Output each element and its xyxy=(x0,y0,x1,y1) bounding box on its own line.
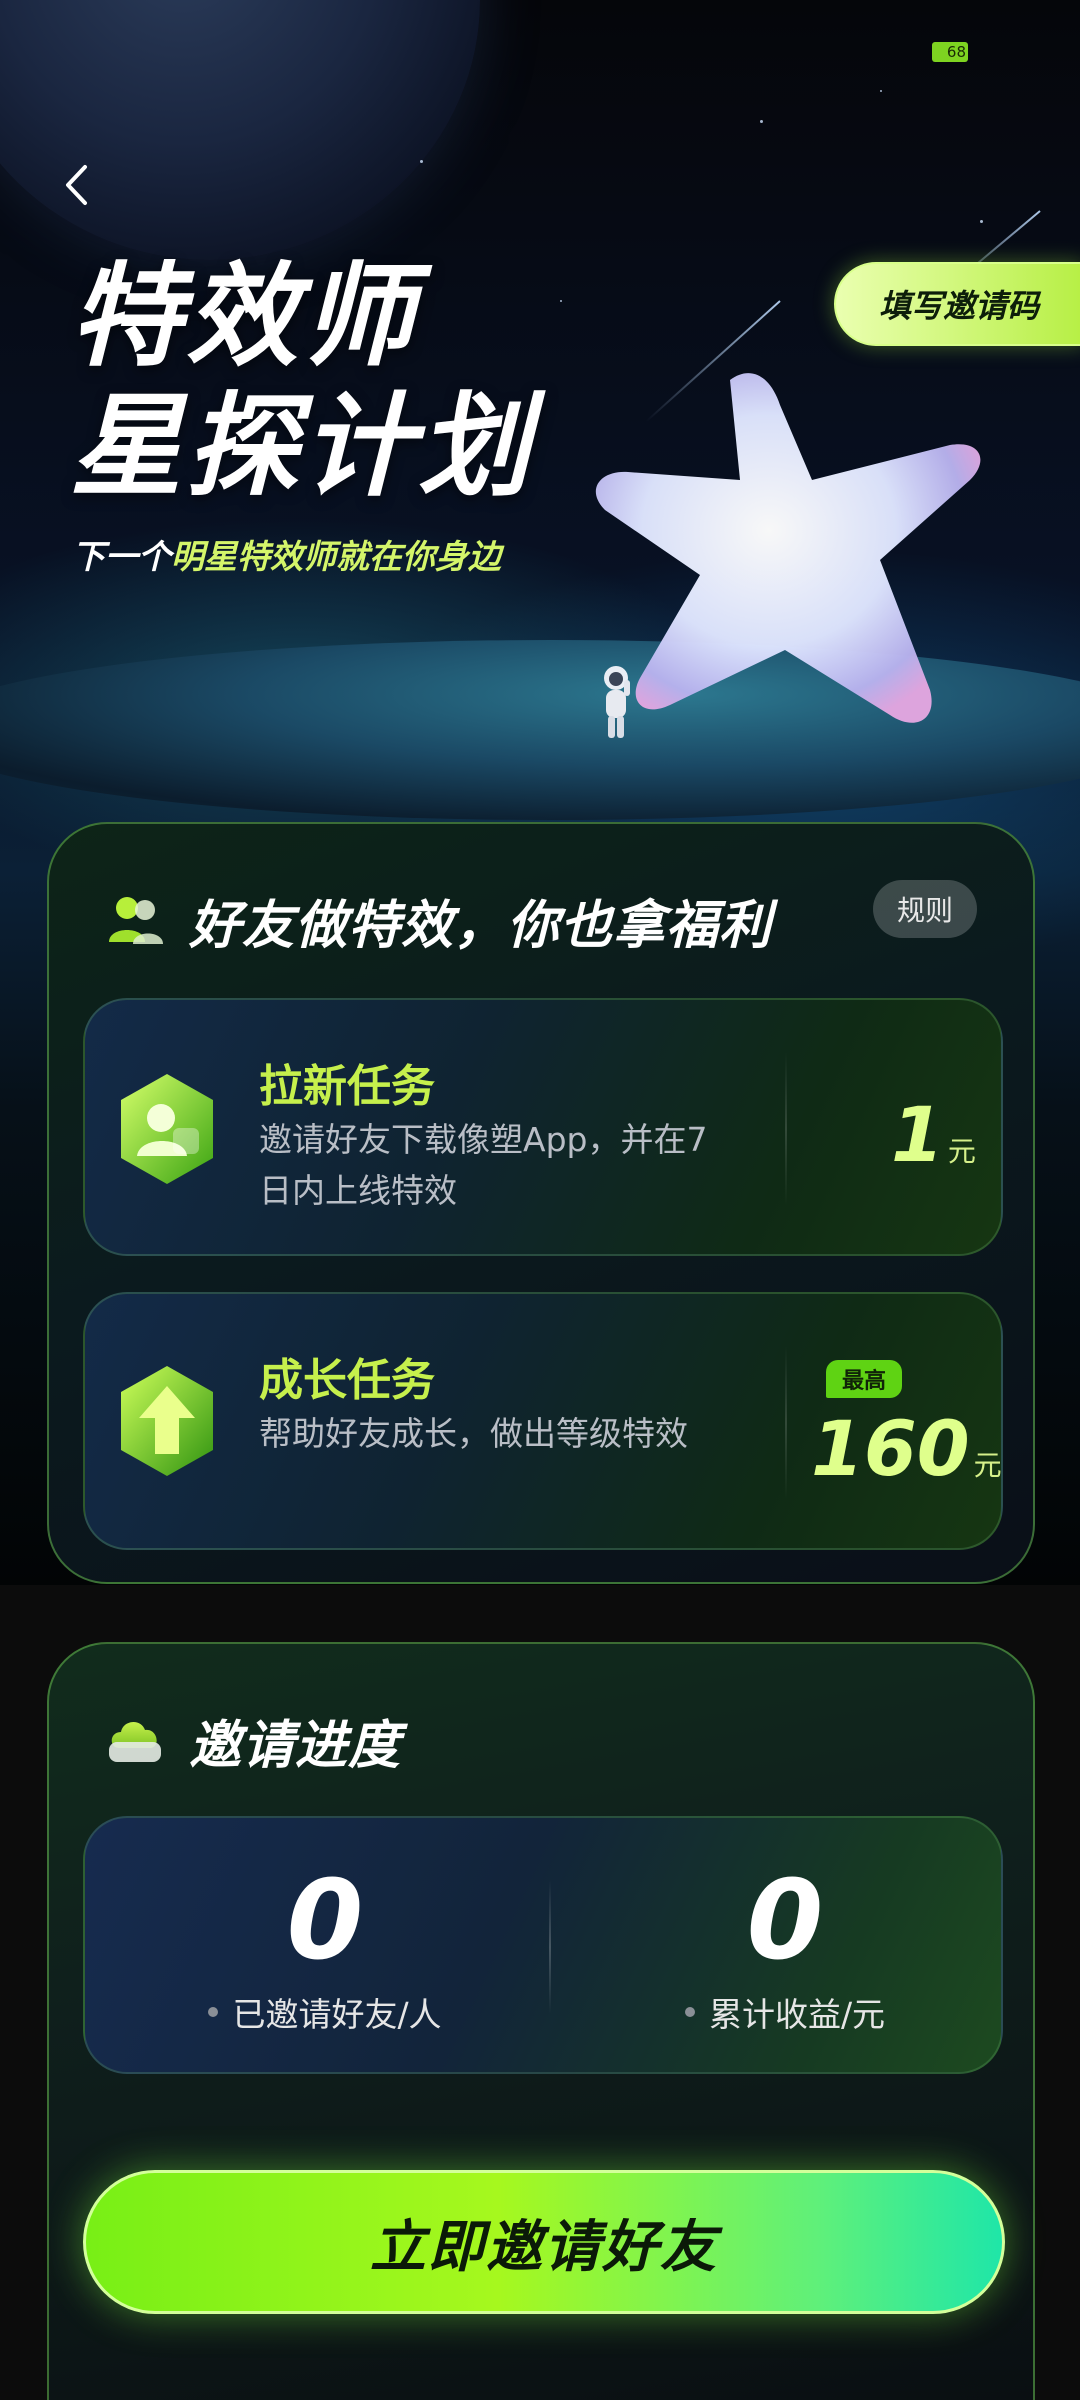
task-item-new-user[interactable]: 拉新任务 邀请好友下载像塑App，并在7日内上线特效 1 元 xyxy=(83,998,1003,1256)
stat-invited-friends: 0 已邀请好友/人 xyxy=(105,1860,545,2036)
progress-stats-panel: 0 已邀请好友/人 0 累计收益/元 xyxy=(83,1816,1003,2074)
stat-label: 已邀请好友/人 xyxy=(232,1995,442,2034)
tasks-card: 好友做特效，你也拿福利 规则 拉新任务 邀请好友下载像塑App，并在7日内上线特… xyxy=(47,822,1035,1584)
hero-subtitle: 下一个明星特效师就在你身边 xyxy=(72,530,501,578)
invite-friends-button[interactable]: 立即邀请好友 xyxy=(83,2170,1005,2314)
chevron-left-icon xyxy=(66,165,87,205)
invite-progress-card: 邀请进度 0 已邀请好友/人 0 累计收益/元 立即邀请好友 xyxy=(47,1642,1035,2400)
bullet-dot xyxy=(684,2007,695,2017)
moon-illustration xyxy=(0,0,480,260)
tasks-card-header: 好友做特效，你也拿福利 xyxy=(105,880,772,960)
star-dot xyxy=(880,90,882,92)
friends-icon xyxy=(109,897,163,944)
stat-label-row: 累计收益/元 xyxy=(565,1988,1005,2036)
stats-divider xyxy=(549,1880,551,2014)
bullet-dot xyxy=(208,2007,219,2017)
star-dot xyxy=(420,160,423,163)
hero-subtitle-prefix: 下一个 xyxy=(72,537,171,576)
max-badge: 最高 xyxy=(826,1360,902,1398)
rules-button[interactable]: 规则 xyxy=(873,880,977,938)
hero-title-line1: 特效师 xyxy=(70,252,418,382)
new-user-hexagon-icon xyxy=(121,1074,213,1184)
task-reward-amount: 1 xyxy=(891,1090,944,1179)
progress-cloud-icon xyxy=(109,1721,161,1762)
task-divider xyxy=(785,1052,787,1206)
progress-card-header: 邀请进度 xyxy=(105,1700,401,1780)
back-button[interactable] xyxy=(56,160,96,210)
task-divider xyxy=(785,1346,787,1500)
stat-label-row: 已邀请好友/人 xyxy=(105,1988,545,2036)
tasks-card-title: 好友做特效，你也拿福利 xyxy=(189,895,773,956)
task-name: 成长任务 xyxy=(259,1355,435,1406)
hero-subtitle-highlight: 明星特效师就在你身边 xyxy=(171,537,501,576)
growth-arrow-hexagon-icon xyxy=(121,1366,213,1476)
task-name: 拉新任务 xyxy=(259,1061,435,1112)
task-reward: 160 元 xyxy=(811,1404,1002,1493)
battery-indicator: 68 xyxy=(932,42,968,62)
stat-value: 0 xyxy=(286,1856,364,1984)
hero-title-line2: 星探计划 xyxy=(70,382,534,512)
hero-title: 特效师 星探计划 xyxy=(70,252,534,512)
task-description: 邀请好友下载像塑App，并在7日内上线特效 xyxy=(259,1120,708,1210)
invite-code-button[interactable]: 填写邀请码 xyxy=(834,262,1080,346)
progress-card-title: 邀请进度 xyxy=(189,1715,402,1776)
star-dot xyxy=(560,300,562,302)
page: 68 特效师 星探计划 下一个明星特效师就在你身边 填写邀请码 好友做特效，你也… xyxy=(0,0,1080,2400)
task-reward: 1 元 xyxy=(891,1090,976,1179)
stat-total-earnings: 0 累计收益/元 xyxy=(565,1860,1005,2036)
star-dot xyxy=(980,220,983,223)
stat-label: 累计收益/元 xyxy=(708,1995,886,2034)
task-reward-unit: 元 xyxy=(973,1449,1002,1482)
astronaut-illustration xyxy=(604,666,630,738)
task-reward-unit: 元 xyxy=(947,1135,976,1168)
task-description: 帮助好友成长，做出等级特效 xyxy=(259,1414,688,1453)
stat-value: 0 xyxy=(746,1856,824,1984)
glowing-star-illustration xyxy=(595,373,981,723)
star-dot xyxy=(760,120,763,123)
task-item-growth[interactable]: 成长任务 帮助好友成长，做出等级特效 最高 160 元 xyxy=(83,1292,1003,1550)
task-reward-amount: 160 xyxy=(811,1404,970,1493)
